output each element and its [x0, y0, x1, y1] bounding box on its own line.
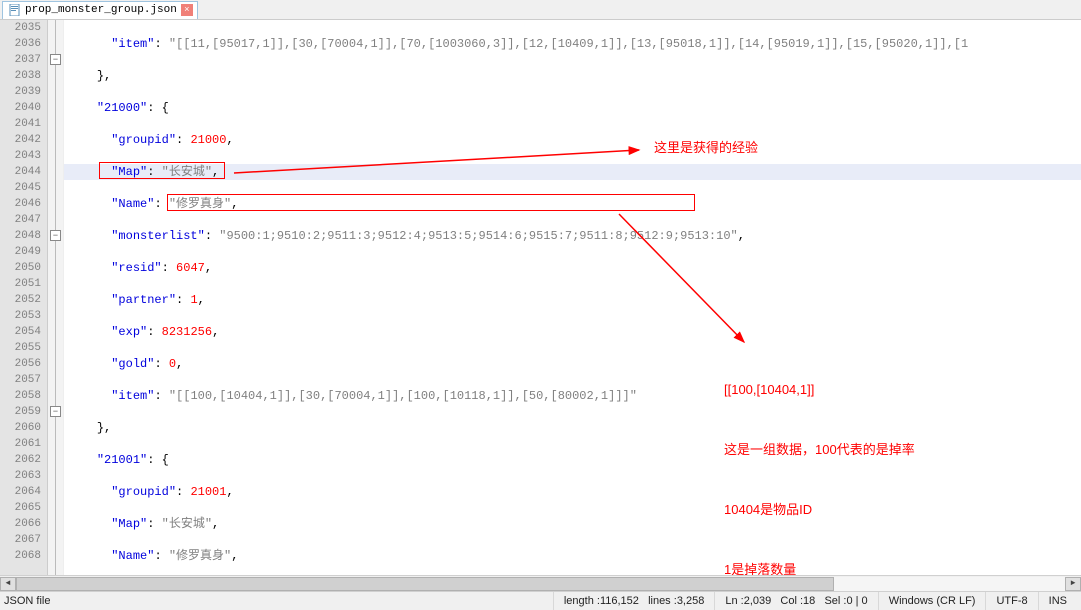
status-length: length : 116,152 lines : 3,258 [553, 592, 715, 610]
tab-bar: prop_monster_group.json × [0, 0, 1081, 20]
status-cursor: Ln : 2,039 Col : 18 Sel : 0 | 0 [714, 592, 877, 610]
file-icon [9, 4, 21, 16]
scroll-left-button[interactable]: ◄ [0, 577, 16, 591]
fold-toggle[interactable]: − [50, 54, 61, 65]
code-content[interactable]: "item": "[[11,[95017,1]],[30,[70004,1]],… [64, 20, 1081, 575]
fold-gutter: − − − [48, 20, 64, 575]
fold-toggle[interactable]: − [50, 406, 61, 417]
tab-filename: prop_monster_group.json [25, 4, 177, 16]
scrollbar-thumb[interactable] [16, 577, 834, 591]
scrollbar-track[interactable] [16, 577, 1065, 591]
line-numbers: 2035203620372038203920402041204220432044… [0, 20, 48, 575]
status-bar: JSON file length : 116,152 lines : 3,258… [0, 591, 1081, 610]
status-mode: INS [1038, 592, 1077, 610]
fold-toggle[interactable]: − [50, 230, 61, 241]
status-eol: Windows (CR LF) [878, 592, 986, 610]
file-tab[interactable]: prop_monster_group.json × [2, 1, 198, 19]
horizontal-scrollbar[interactable]: ◄ ► [0, 575, 1081, 591]
scroll-right-button[interactable]: ► [1065, 577, 1081, 591]
tab-close-button[interactable]: × [181, 4, 193, 16]
code-editor[interactable]: 2035203620372038203920402041204220432044… [0, 20, 1081, 575]
status-filetype: JSON file [4, 595, 70, 607]
status-encoding: UTF-8 [985, 592, 1037, 610]
